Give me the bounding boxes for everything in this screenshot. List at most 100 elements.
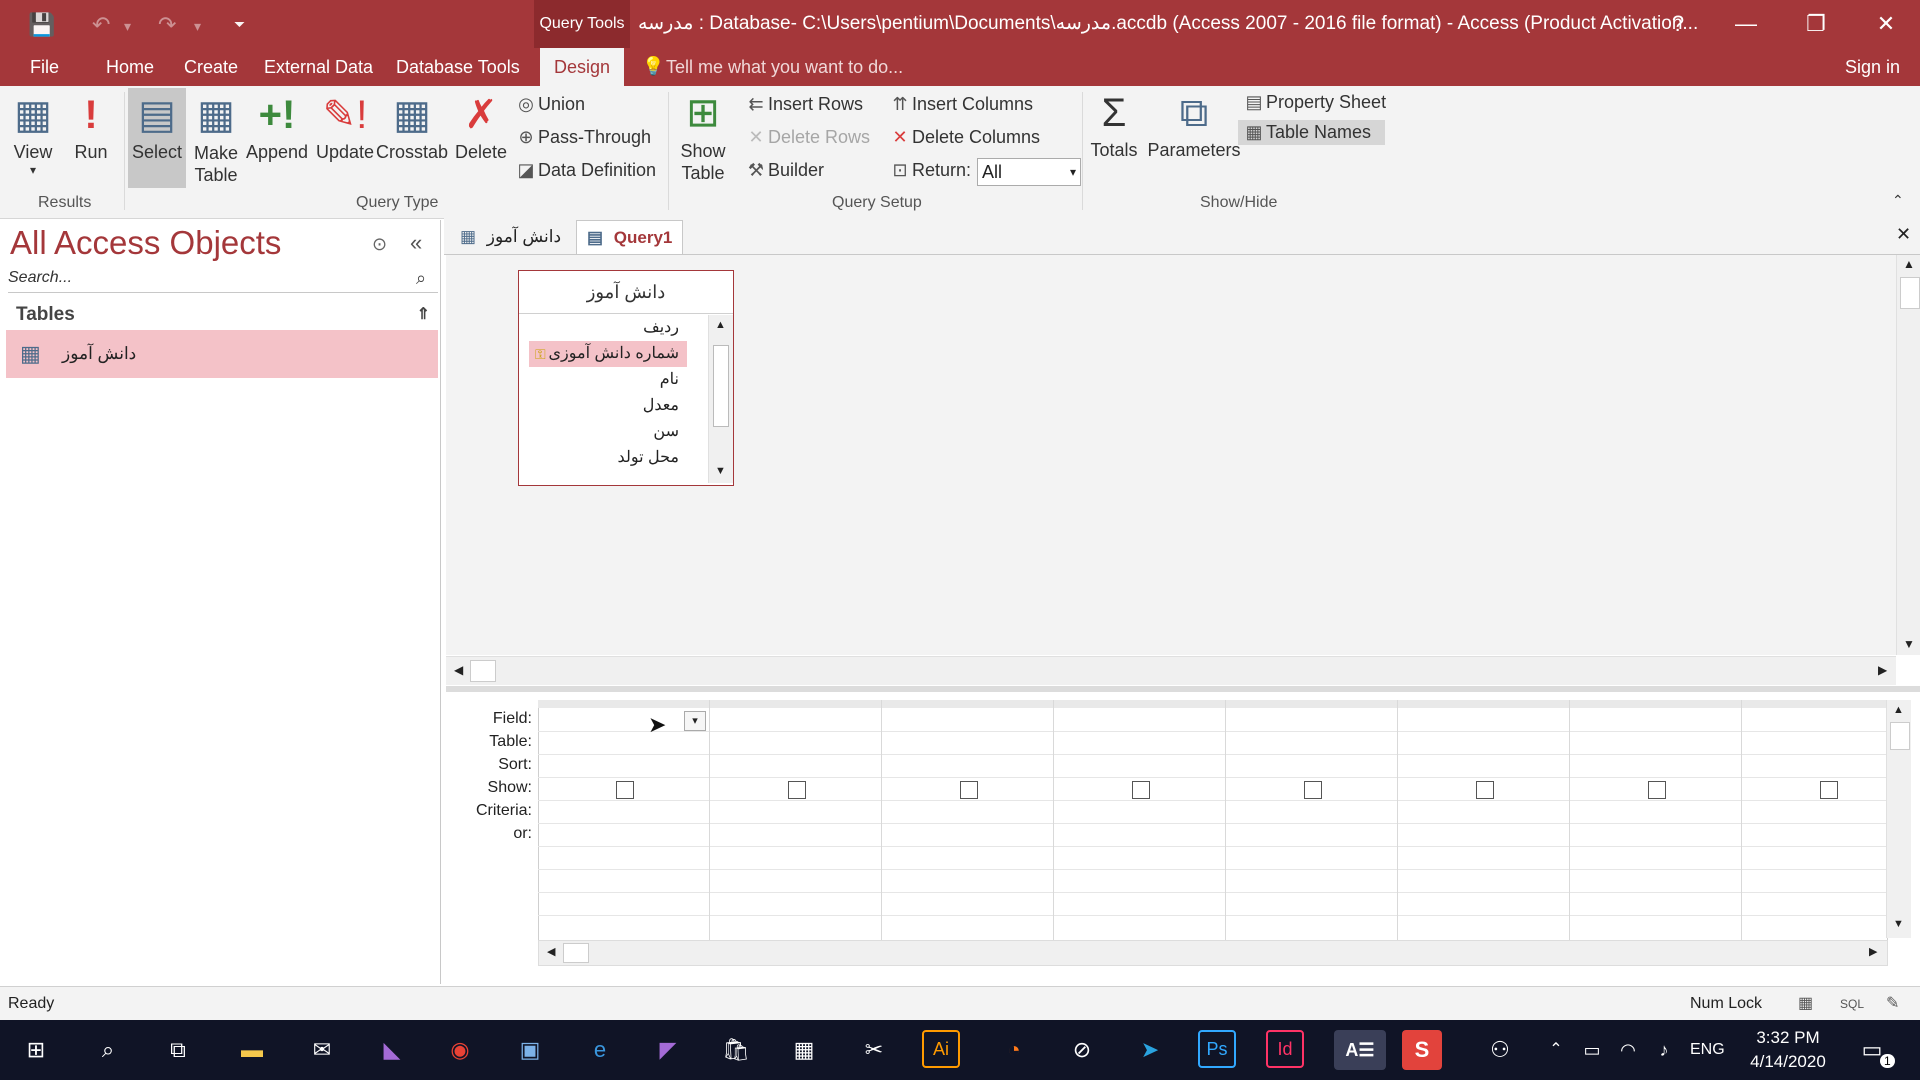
datasheet-view-icon[interactable]: ▦ <box>1798 987 1813 1021</box>
table-names-button[interactable]: ▦ Table Names <box>1238 120 1386 145</box>
language-indicator[interactable]: ENG <box>1690 1030 1725 1070</box>
visual-studio-icon[interactable]: ◣ <box>372 1030 412 1070</box>
show-checkbox-5[interactable] <box>1304 781 1322 799</box>
field-list-item[interactable]: سن <box>529 419 687 445</box>
mail-icon[interactable]: ✉ <box>302 1030 342 1070</box>
scroll-thumb[interactable] <box>563 943 589 963</box>
firefox-icon[interactable]: ◔ <box>994 1030 1034 1070</box>
app-icon[interactable]: ⊘ <box>1062 1030 1102 1070</box>
telegram-icon[interactable]: ➤ <box>1130 1030 1170 1070</box>
indesign-icon[interactable]: Id <box>1266 1030 1304 1068</box>
undo-icon[interactable]: ↶ <box>92 12 110 38</box>
file-explorer-icon[interactable]: ▬ <box>232 1030 272 1070</box>
photoshop-icon[interactable]: Ps <box>1198 1030 1236 1068</box>
field-list-item[interactable]: معدل <box>529 393 687 419</box>
builder-button[interactable]: ⚒ Builder <box>744 160 824 181</box>
scroll-up-icon[interactable]: ▲ <box>1903 257 1915 271</box>
scroll-right-icon[interactable]: ▶ <box>1869 945 1877 958</box>
return-select[interactable]: All ▾ <box>977 158 1081 186</box>
update-button[interactable]: ✎! Update <box>314 92 376 163</box>
tray-chevron-icon[interactable]: ⌃ <box>1536 1030 1576 1070</box>
access-taskbar-icon[interactable]: A☰ <box>1334 1030 1386 1070</box>
append-button[interactable]: +! Append <box>244 92 310 163</box>
collapse-section-icon[interactable]: ⇑ <box>417 300 430 330</box>
sign-in-link[interactable]: Sign in <box>1845 48 1900 86</box>
restore-button[interactable]: ❐ <box>1786 0 1846 48</box>
chrome-icon[interactable]: ◉ <box>440 1030 480 1070</box>
tab-home[interactable]: Home <box>106 48 154 86</box>
tab-external-data[interactable]: External Data <box>264 48 373 86</box>
doc-tab-table[interactable]: ▦ دانش آموز <box>450 220 571 253</box>
scroll-up-icon[interactable]: ▲ <box>715 319 726 331</box>
wifi-icon[interactable]: ◠ <box>1608 1030 1648 1070</box>
store-icon[interactable]: 🛍 <box>716 1030 756 1070</box>
pass-through-button[interactable]: ⊕ Pass-Through <box>514 127 651 148</box>
customize-qat-icon[interactable]: ⏷ <box>234 16 245 33</box>
view-button[interactable]: ▦ View ▾ <box>8 92 58 177</box>
show-checkbox-4[interactable] <box>1132 781 1150 799</box>
collapse-ribbon-icon[interactable]: ⌃ <box>1892 192 1904 209</box>
volume-icon[interactable]: ♪ <box>1644 1030 1684 1070</box>
show-checkbox-6[interactable] <box>1476 781 1494 799</box>
field-list-item-primary-key[interactable]: شماره دانش آموزی ⚿ <box>529 341 687 367</box>
field-list-item[interactable]: محل تولد <box>529 445 687 471</box>
people-icon[interactable]: ⚇ <box>1480 1030 1520 1070</box>
property-sheet-button[interactable]: ▤ Property Sheet <box>1242 92 1386 113</box>
nav-search-input[interactable]: Search... <box>8 264 438 293</box>
show-checkbox-2[interactable] <box>788 781 806 799</box>
scroll-thumb[interactable] <box>1900 277 1920 309</box>
scroll-down-icon[interactable]: ▼ <box>715 465 726 477</box>
show-checkbox-7[interactable] <box>1648 781 1666 799</box>
field-dropdown-button[interactable]: ▾ <box>684 711 706 731</box>
scroll-thumb[interactable] <box>470 660 496 682</box>
snipping-tool-icon[interactable]: ✂ <box>854 1030 894 1070</box>
design-view-icon[interactable]: ✎ <box>1886 987 1899 1021</box>
scroll-left-icon[interactable]: ◀ <box>454 663 463 677</box>
scroll-thumb[interactable] <box>1890 722 1910 750</box>
task-view-icon[interactable]: ⧉ <box>158 1030 198 1070</box>
illustrator-icon[interactable]: Ai <box>922 1030 960 1068</box>
show-checkbox-8[interactable] <box>1820 781 1838 799</box>
scroll-thumb[interactable] <box>713 345 729 427</box>
show-table-button[interactable]: ⊞ Show Table <box>674 90 732 184</box>
grid-column-selectors[interactable] <box>538 700 1886 708</box>
totals-button[interactable]: Σ Totals <box>1088 90 1140 161</box>
union-button[interactable]: ◎ Union <box>514 94 585 115</box>
grid-horizontal-scrollbar[interactable]: ◀ ▶ <box>538 940 1888 966</box>
field-list-box[interactable]: دانش آموز ردیف شماره دانش آموزی ⚿ نام مع… <box>518 270 734 486</box>
tab-create[interactable]: Create <box>184 48 238 86</box>
delete-query-button[interactable]: ✗ Delete <box>452 92 510 163</box>
nav-table-item[interactable]: ▦ دانش آموز <box>6 330 438 378</box>
help-button[interactable]: ? <box>1648 0 1708 48</box>
data-definition-button[interactable]: ◪ Data Definition <box>514 160 656 181</box>
tab-file[interactable]: File <box>30 48 59 86</box>
delete-columns-button[interactable]: ✕ Delete Columns <box>888 127 1040 148</box>
collapse-pane-icon[interactable]: « <box>410 230 422 256</box>
tell-me-input[interactable]: Tell me what you want to do... <box>666 48 903 86</box>
parameters-button[interactable]: ⧉ Parameters <box>1144 90 1244 161</box>
show-checkbox-1[interactable] <box>616 781 634 799</box>
tab-design[interactable]: Design <box>540 48 625 86</box>
scroll-up-icon[interactable]: ▲ <box>1893 704 1904 716</box>
app-s-icon[interactable]: S <box>1402 1030 1442 1070</box>
battery-icon[interactable]: ▭ <box>1572 1030 1612 1070</box>
insert-columns-button[interactable]: ⇈ Insert Columns <box>888 94 1033 115</box>
search-icon[interactable]: ⌕ <box>88 1030 128 1070</box>
redo-icon[interactable]: ↷ <box>158 12 176 38</box>
grid-area[interactable] <box>538 700 1888 942</box>
field-list-item[interactable]: ردیف <box>529 315 687 341</box>
close-doc-icon[interactable]: ✕ <box>1896 224 1911 245</box>
close-button[interactable]: ✕ <box>1856 0 1916 48</box>
search-icon[interactable]: ⌕ <box>416 268 426 289</box>
sql-view-button[interactable]: SQL <box>1840 987 1864 1021</box>
scroll-down-icon[interactable]: ▼ <box>1893 918 1904 930</box>
nav-section-tables[interactable]: Tables ⇑ <box>8 300 438 330</box>
windows-start-icon[interactable]: ⊞ <box>16 1030 56 1070</box>
field-list-title[interactable]: دانش آموز <box>519 271 733 314</box>
tab-database-tools[interactable]: Database Tools <box>396 48 520 86</box>
scroll-left-icon[interactable]: ◀ <box>547 945 555 958</box>
vs-code-icon[interactable]: ◤ <box>648 1030 688 1070</box>
field-list-item[interactable]: نام <box>529 367 687 393</box>
grid-vertical-scrollbar[interactable]: ▲ ▼ <box>1886 700 1911 938</box>
undo-dropdown-icon[interactable]: ▾ <box>124 18 131 35</box>
